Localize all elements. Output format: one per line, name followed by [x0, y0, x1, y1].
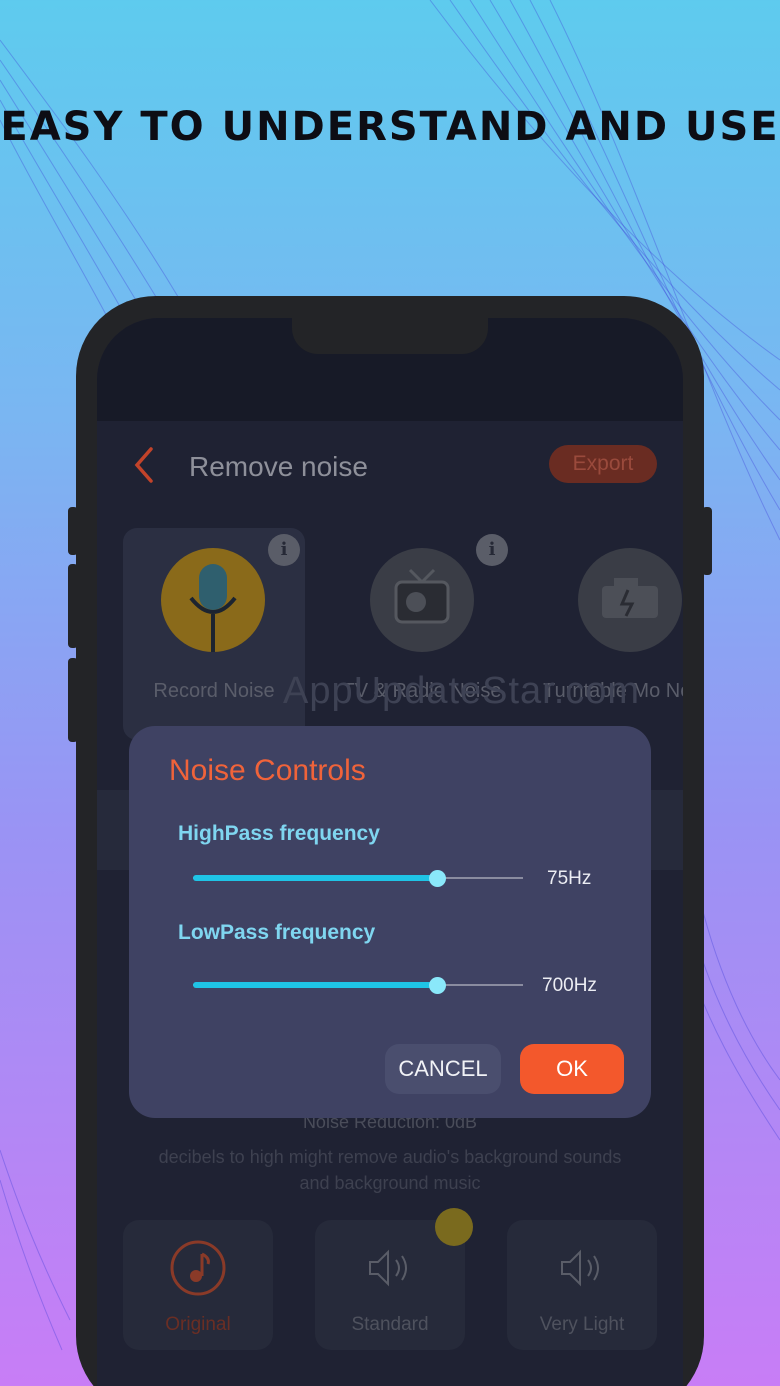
back-arrow-icon[interactable]: [131, 445, 155, 485]
phone-notch: [292, 318, 488, 354]
dialog-title: Noise Controls: [169, 754, 366, 787]
preset-label: Original: [165, 1314, 231, 1335]
headline: EASY TO UNDERSTAND AND USE: [0, 104, 780, 150]
export-button[interactable]: Export: [549, 445, 657, 483]
premium-badge-icon: [435, 1208, 473, 1246]
speaker-wave-icon: [552, 1238, 612, 1298]
microphone-icon: [161, 548, 265, 652]
preset-very-light[interactable]: Very Light: [507, 1220, 657, 1350]
screen-title: Remove noise: [189, 451, 368, 482]
slider-fill: [193, 875, 438, 881]
slider-thumb[interactable]: [429, 870, 447, 887]
info-icon[interactable]: i: [476, 534, 508, 566]
hint-text: decibels to high might remove audio's ba…: [158, 1147, 622, 1193]
noise-controls-dialog: Noise Controls HighPass frequency 75Hz L…: [129, 726, 651, 1118]
lowpass-label: LowPass frequency: [178, 921, 376, 944]
highpass-slider[interactable]: [193, 864, 525, 894]
speaker-wave-icon: [360, 1238, 420, 1298]
info-icon[interactable]: i: [268, 534, 300, 566]
engine-icon: [578, 548, 682, 652]
music-note-icon: [168, 1238, 228, 1298]
highpass-label: HighPass frequency: [178, 822, 380, 845]
preset-label: Standard: [351, 1314, 429, 1335]
slider-fill: [193, 982, 438, 988]
lowpass-slider[interactable]: [193, 971, 525, 1001]
cancel-button[interactable]: CANCEL: [385, 1044, 501, 1094]
preset-label: Very Light: [539, 1314, 625, 1335]
highpass-value: 75Hz: [547, 868, 592, 889]
lowpass-value: 700Hz: [542, 975, 597, 996]
preset-original[interactable]: Original: [123, 1220, 273, 1350]
watermark: AppUpdateStar.com: [283, 670, 641, 712]
tv-icon: [370, 548, 474, 652]
ok-button[interactable]: OK: [520, 1044, 624, 1094]
slider-thumb[interactable]: [429, 977, 447, 994]
